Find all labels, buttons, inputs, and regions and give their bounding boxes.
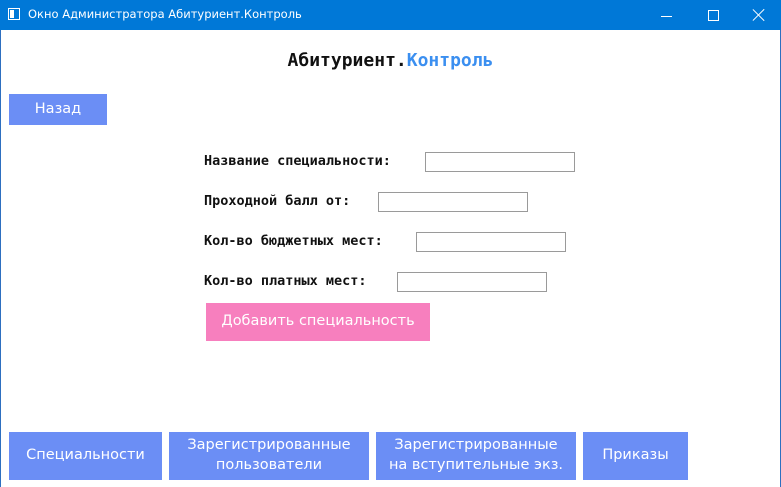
budget-places-input[interactable] [416,232,566,252]
specialty-name-label: Название специальности: [204,153,391,169]
window-titlebar: Окно Администратора Абитуриент.Контроль [0,0,781,30]
paid-places-label: Кол-во платных мест: [204,273,367,289]
close-icon [753,9,765,21]
app-brand-title: Абитуриент.Контроль [0,50,781,71]
nav-specialties-button[interactable]: Специальности [9,432,162,480]
minimize-button[interactable] [643,0,689,30]
paid-places-input[interactable] [397,272,547,292]
add-specialty-button[interactable]: Добавить специальность [206,303,430,341]
close-button[interactable] [736,0,781,30]
passing-score-input[interactable] [378,192,528,212]
maximize-icon [707,9,719,21]
passing-score-label: Проходной балл от: [204,193,351,209]
app-icon [8,8,20,20]
nav-registered-exams-button[interactable]: Зарегистрированные на вступительные экз. [376,432,576,480]
nav-registered-users-button[interactable]: Зарегистрированные пользователи [169,432,369,480]
window-border-left [0,30,1,487]
brand-part-2: Контроль [406,50,494,71]
window-title: Окно Администратора Абитуриент.Контроль [28,7,302,21]
specialty-name-input[interactable] [425,152,575,172]
back-button[interactable]: Назад [9,94,107,125]
budget-places-label: Кол-во бюджетных мест: [204,233,383,249]
nav-orders-button[interactable]: Приказы [583,432,688,480]
minimize-icon [660,15,672,17]
maximize-button[interactable] [690,0,736,30]
brand-part-1: Абитуриент. [287,50,407,71]
